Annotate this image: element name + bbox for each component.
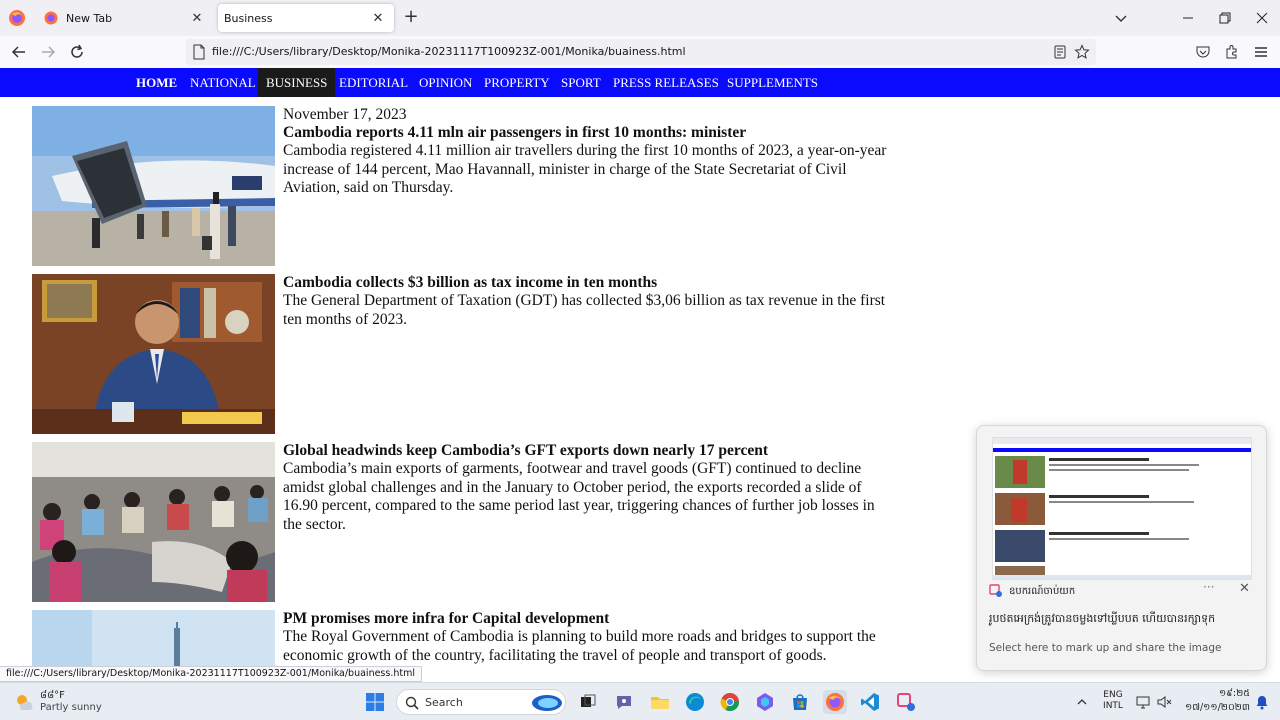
tab-title: New Tab <box>66 11 113 25</box>
article-image-official[interactable] <box>32 274 275 434</box>
taskbar-search-box[interactable]: Search <box>396 689 566 715</box>
article-image-garment-factory[interactable] <box>32 442 275 602</box>
task-view-icon[interactable] <box>576 690 600 714</box>
speaker-muted-icon[interactable] <box>1152 690 1176 714</box>
forward-arrow-icon[interactable] <box>37 41 59 63</box>
url-text: file:///C:/Users/library/Desktop/Monika-… <box>212 45 686 58</box>
close-icon[interactable]: ✕ <box>187 8 207 28</box>
minimize-button[interactable] <box>1175 6 1201 30</box>
file-icon <box>192 44 208 60</box>
microsoft-store-icon[interactable] <box>788 690 812 714</box>
chrome-browser-icon[interactable] <box>718 690 742 714</box>
article-summary: The General Department of Taxation (GDT)… <box>283 292 886 328</box>
chevron-down-icon[interactable] <box>1112 9 1130 27</box>
article-image-airplane[interactable] <box>32 106 275 266</box>
navigation-toolbar: file:///C:/Users/library/Desktop/Monika-… <box>0 36 1280 68</box>
snipping-tool-icon <box>989 583 1003 602</box>
tab-new-tab[interactable]: New Tab ✕ <box>36 4 213 32</box>
address-bar[interactable]: file:///C:/Users/library/Desktop/Monika-… <box>186 39 1096 65</box>
language-code: ENG <box>1103 690 1123 700</box>
article-summary: Cambodia registered 4.11 million air tra… <box>283 142 887 196</box>
nav-item-home[interactable]: HOME <box>128 68 185 97</box>
nav-item-national[interactable]: NATIONAL <box>182 68 264 97</box>
nav-item-property[interactable]: PROPERTY <box>476 68 558 97</box>
system-clock[interactable]: ១៩:២៥ ១៧/១១/២០២៣ <box>1180 687 1250 715</box>
copilot-icon[interactable] <box>753 690 777 714</box>
tab-strip: New Tab ✕ Business ✕ + <box>0 0 1280 36</box>
file-explorer-icon[interactable] <box>648 690 672 714</box>
clock-date: ១៧/១១/២០២៣ <box>1185 702 1250 713</box>
bookmark-star-icon[interactable] <box>1074 44 1090 60</box>
chevron-up-icon[interactable] <box>1070 690 1094 714</box>
article-summary: Cambodia’s main exports of garments, foo… <box>283 460 875 533</box>
notification-title: រូបថតអេក្រង់ត្រូវបានចម្លងទៅឃ្លីបបត ហើយបា… <box>989 612 1216 625</box>
article-summary: The Royal Government of Cambodia is plan… <box>283 628 876 664</box>
firefox-menu-icon[interactable] <box>6 7 28 29</box>
pocket-icon[interactable] <box>1192 41 1214 63</box>
vscode-icon[interactable] <box>858 690 882 714</box>
bing-highlight-icon <box>531 693 563 717</box>
weather-widget[interactable]: ៨៨°F Partly sunny <box>14 687 134 717</box>
firefox-taskbar-icon[interactable] <box>823 690 847 714</box>
site-navigation-bar: HOME NATIONAL BUSINESS EDITORIAL OPINION… <box>0 68 1280 97</box>
windows-start-icon[interactable] <box>363 690 387 714</box>
nav-item-press-releases[interactable]: PRESS RELEASES <box>605 68 727 97</box>
notification-body: Select here to mark up and share the ima… <box>989 642 1222 654</box>
article-image-city-tower[interactable] <box>32 610 275 666</box>
firefox-favicon-icon <box>44 11 58 25</box>
screenshot-thumbnail[interactable] <box>992 437 1252 580</box>
article-headline[interactable]: Global headwinds keep Cambodia’s GFT exp… <box>283 442 888 460</box>
article-text: November 17, 2023 Cambodia reports 4.11 … <box>283 106 888 198</box>
snipping-notification[interactable]: ឧបករណ៍ចាប់យក ··· ✕ រូបថតអេក្រង់ត្រូវបានច… <box>976 425 1267 671</box>
nav-item-editorial[interactable]: EDITORIAL <box>331 68 416 97</box>
close-window-button[interactable] <box>1249 6 1275 30</box>
reload-icon[interactable] <box>66 41 88 63</box>
notification-bell-icon[interactable] <box>1250 690 1274 714</box>
weather-description: Partly sunny <box>40 702 102 713</box>
link-status-bar: file:///C:/Users/library/Desktop/Monika-… <box>0 666 422 682</box>
tab-title: Business <box>224 11 273 25</box>
hamburger-menu-icon[interactable] <box>1250 41 1272 63</box>
restore-button[interactable] <box>1212 6 1238 30</box>
nav-item-sport[interactable]: SPORT <box>553 68 609 97</box>
more-options-icon[interactable]: ··· <box>1203 580 1214 594</box>
partly-sunny-icon <box>14 692 34 716</box>
teams-chat-icon[interactable] <box>612 690 636 714</box>
search-label: Search <box>425 696 463 709</box>
tab-business[interactable]: Business ✕ <box>218 4 394 32</box>
keyboard-language[interactable]: ENG INTL <box>1098 690 1128 712</box>
close-icon[interactable]: ✕ <box>368 8 388 28</box>
edge-browser-icon[interactable] <box>683 690 707 714</box>
article-text: PM promises more infra for Capital devel… <box>283 610 888 665</box>
weather-temperature: ៨៨°F <box>40 690 65 701</box>
close-icon[interactable]: ✕ <box>1239 581 1250 596</box>
notification-app-name: ឧបករណ៍ចាប់យក <box>1009 586 1076 597</box>
clock-time: ១៩:២៥ <box>1218 688 1250 699</box>
reader-view-icon[interactable] <box>1052 44 1068 60</box>
snipping-tool-taskbar-icon[interactable] <box>894 690 918 714</box>
notification-header: ឧបករណ៍ចាប់យក ··· ✕ <box>989 579 1257 603</box>
keyboard-layout: INTL <box>1103 701 1123 711</box>
extensions-icon[interactable] <box>1221 41 1243 63</box>
back-arrow-icon[interactable] <box>8 41 30 63</box>
windows-taskbar: ៨៨°F Partly sunny Search ENG INTL ១៩:២៥ … <box>0 682 1280 720</box>
article-text: Cambodia collects $3 billion as tax inco… <box>283 274 888 329</box>
article-headline[interactable]: PM promises more infra for Capital devel… <box>283 610 888 628</box>
nav-item-business[interactable]: BUSINESS <box>258 68 336 97</box>
article-headline[interactable]: Cambodia reports 4.11 mln air passengers… <box>283 124 888 142</box>
article-text: Global headwinds keep Cambodia’s GFT exp… <box>283 442 888 534</box>
nav-item-supplements[interactable]: SUPPLEMENTS <box>719 68 826 97</box>
search-icon <box>405 695 419 714</box>
new-tab-button[interactable]: + <box>400 8 422 28</box>
article-date: November 17, 2023 <box>283 106 407 123</box>
nav-item-opinion[interactable]: OPINION <box>411 68 480 97</box>
article-headline[interactable]: Cambodia collects $3 billion as tax inco… <box>283 274 888 292</box>
